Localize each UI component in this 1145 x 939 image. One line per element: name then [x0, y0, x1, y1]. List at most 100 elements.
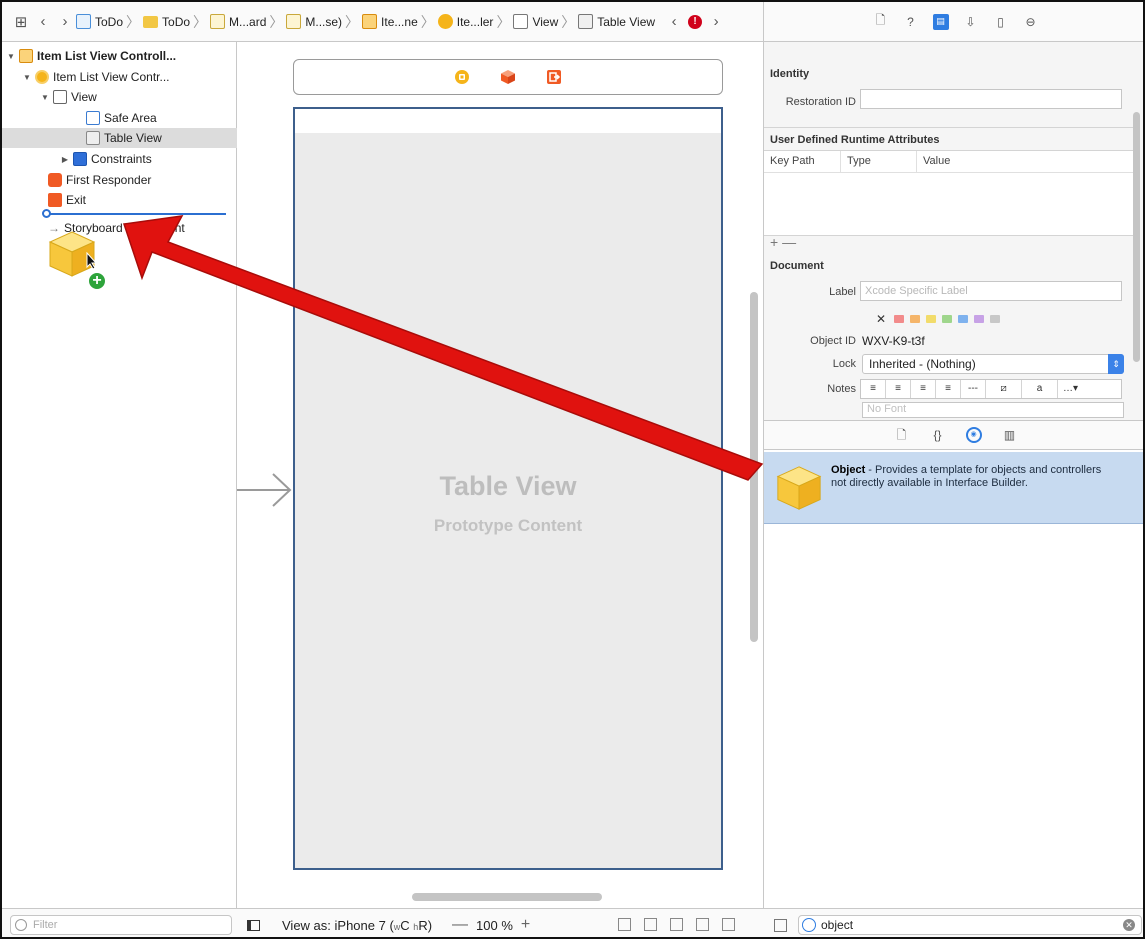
- embed-in-stack-icon[interactable]: [644, 918, 657, 931]
- drop-indicator-dot: [42, 209, 51, 218]
- exit-icon[interactable]: [546, 69, 562, 85]
- outline-view-controller-row[interactable]: ▼ Item List View Contr...: [2, 67, 237, 87]
- copy-plus-icon: +: [87, 271, 107, 291]
- color-swatch-red[interactable]: [894, 315, 905, 323]
- forward-button[interactable]: ›: [54, 13, 76, 30]
- line-style-icon[interactable]: ---: [961, 380, 986, 398]
- breadcrumb-item[interactable]: M...se) 〉: [286, 12, 362, 32]
- update-frames-icon[interactable]: [618, 918, 631, 931]
- error-icon[interactable]: !: [688, 14, 703, 29]
- next-issue-button[interactable]: ›: [705, 13, 727, 30]
- file-inspector-icon[interactable]: 🗋: [873, 13, 889, 30]
- clear-search-icon[interactable]: ✕: [1123, 919, 1135, 931]
- outline-scene-row[interactable]: ▼ Item List View Controll...: [2, 46, 237, 66]
- outline-exit-row[interactable]: Exit: [2, 190, 237, 210]
- vertical-scrollbar[interactable]: [750, 292, 758, 642]
- safe-area-icon: [86, 111, 100, 125]
- outline-view-row[interactable]: ▼ View: [2, 87, 237, 107]
- disclosure-triangle-icon[interactable]: ▼: [22, 73, 32, 82]
- object-library-icon[interactable]: ◉: [965, 427, 982, 443]
- inspector-scrollbar[interactable]: [1133, 112, 1140, 362]
- storyboard-icon: [210, 14, 226, 29]
- outline-table-view-row[interactable]: Table View: [2, 128, 237, 148]
- more-options-icon[interactable]: …▾: [1058, 380, 1083, 398]
- toggle-outline-icon[interactable]: [247, 919, 260, 931]
- view-icon: [53, 90, 67, 104]
- xcode-label-field[interactable]: Xcode Specific Label: [860, 281, 1122, 301]
- color-swatch-yellow[interactable]: [926, 315, 937, 323]
- code-snippet-library-icon[interactable]: {}: [930, 427, 946, 443]
- library-item-object[interactable]: Object - Provides a template for objects…: [764, 452, 1143, 524]
- color-swatch-blue[interactable]: [958, 315, 969, 323]
- zoom-out-button[interactable]: —: [452, 916, 468, 934]
- breadcrumb-item[interactable]: View 〉: [513, 12, 578, 32]
- layout-tools: [618, 918, 735, 931]
- font-field[interactable]: No Font: [862, 402, 1124, 418]
- text-color-icon[interactable]: a: [1022, 380, 1058, 398]
- outline-safe-area-row[interactable]: Safe Area: [2, 108, 237, 128]
- disclosure-triangle-icon[interactable]: ▼: [6, 52, 16, 61]
- identity-inspector-icon[interactable]: ▤: [932, 13, 949, 30]
- outline-first-responder-row[interactable]: First Responder: [2, 170, 237, 190]
- no-color-icon[interactable]: ⧄: [986, 380, 1022, 398]
- runtime-attributes-table[interactable]: Key Path Type Value: [764, 150, 1134, 236]
- file-template-library-icon[interactable]: 🗋: [894, 427, 910, 443]
- breadcrumb-item[interactable]: Ite...ne 〉: [362, 12, 438, 32]
- label-color-swatches[interactable]: ✕: [876, 312, 1001, 326]
- horizontal-scrollbar[interactable]: [412, 893, 602, 901]
- table-view[interactable]: Table View Prototype Content: [293, 107, 723, 870]
- restoration-id-field[interactable]: [860, 89, 1122, 109]
- runtime-attributes-header: Key Path Type Value: [764, 151, 1134, 173]
- outline-storyboard-entry-row[interactable]: → Storyboard Entry Point: [2, 218, 237, 238]
- resolve-issues-icon[interactable]: [722, 918, 735, 931]
- view-as-device-button[interactable]: View as: iPhone 7 (wC hR): [282, 918, 432, 933]
- storyboard-entry-arrow-icon[interactable]: [237, 470, 295, 510]
- add-constraints-icon[interactable]: [696, 918, 709, 931]
- media-library-icon[interactable]: ▥: [1002, 427, 1018, 443]
- view-controller-icon: [437, 14, 453, 29]
- breadcrumb-item[interactable]: ToDo 〉: [143, 12, 210, 32]
- breadcrumb-item[interactable]: M...ard 〉: [210, 12, 286, 32]
- breadcrumb-item[interactable]: Ite...ler 〉: [437, 12, 514, 32]
- breadcrumb-item[interactable]: ToDo 〉: [76, 12, 143, 32]
- size-inspector-icon[interactable]: ▯: [993, 14, 1009, 30]
- drop-indicator-line: [46, 213, 226, 215]
- disclosure-triangle-icon[interactable]: ▶: [60, 155, 70, 164]
- library-search-field[interactable]: object ✕: [798, 915, 1142, 935]
- quick-help-icon[interactable]: ?: [903, 14, 919, 30]
- attributes-inspector-icon[interactable]: ⇩: [963, 14, 979, 30]
- first-responder-icon: [48, 173, 62, 187]
- first-responder-icon[interactable]: [500, 69, 516, 85]
- breadcrumb-item[interactable]: Table View: [578, 14, 655, 29]
- color-swatch-purple[interactable]: [974, 315, 985, 323]
- back-button[interactable]: ‹: [32, 13, 54, 30]
- clear-color-icon[interactable]: ✕: [876, 312, 886, 326]
- align-center-icon[interactable]: ≡: [886, 380, 911, 398]
- view-controller-icon[interactable]: [454, 69, 470, 85]
- outline-constraints-row[interactable]: ▶ Constraints: [2, 149, 237, 169]
- scene-dock[interactable]: [293, 59, 723, 95]
- document-outline: ▼ Item List View Controll... ▼ Item List…: [2, 42, 237, 908]
- table-view-icon: [578, 14, 594, 29]
- lock-label: Lock: [832, 358, 856, 370]
- align-justify-icon[interactable]: ≡: [936, 380, 961, 398]
- align-icon[interactable]: [670, 918, 683, 931]
- color-swatch-orange[interactable]: [910, 315, 921, 323]
- exit-icon: [48, 193, 62, 207]
- lock-popup[interactable]: Inherited - (Nothing) ⇕: [862, 354, 1124, 374]
- storyboard-canvas[interactable]: Table View Prototype Content: [237, 42, 763, 908]
- outline-filter-field[interactable]: Filter: [10, 915, 232, 935]
- library-grid-toggle-icon[interactable]: [774, 919, 787, 932]
- udra-heading: User Defined Runtime Attributes: [770, 134, 940, 146]
- connections-inspector-icon[interactable]: ⊖: [1023, 14, 1039, 30]
- align-right-icon[interactable]: ≡: [911, 380, 936, 398]
- add-remove-attribute-buttons[interactable]: + —: [770, 234, 796, 250]
- search-filter-icon: [802, 918, 816, 932]
- color-swatch-gray[interactable]: [990, 315, 1001, 323]
- color-swatch-green[interactable]: [942, 315, 953, 323]
- zoom-in-button[interactable]: +: [521, 916, 530, 934]
- previous-issue-button[interactable]: ‹: [663, 13, 685, 30]
- related-items-icon[interactable]: ⊞: [10, 13, 32, 31]
- disclosure-triangle-icon[interactable]: ▼: [40, 93, 50, 102]
- align-left-icon[interactable]: ≡: [861, 380, 886, 398]
